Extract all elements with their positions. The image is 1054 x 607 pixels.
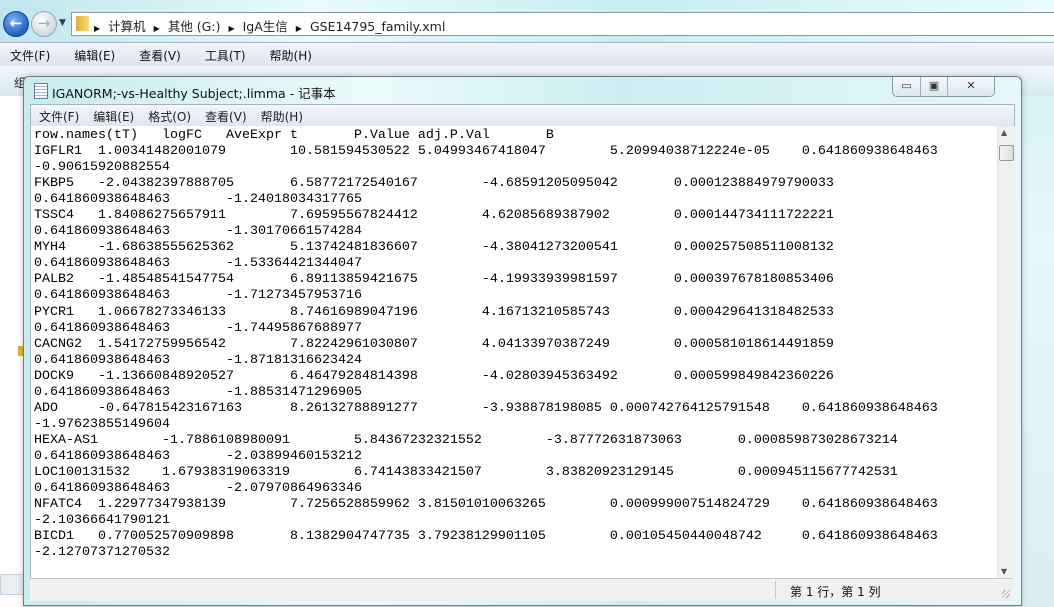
explorer-navigation-pane (0, 96, 26, 607)
menu-edit[interactable]: 编辑(E) (85, 105, 134, 125)
data-line: ADO -0.647815423167163 8.26132788891277 … (34, 400, 938, 432)
data-line: FKBP5 -2.04382397888705 6.58772172540167… (34, 176, 834, 208)
breadcrumb-arrow-icon[interactable]: ▶ (228, 24, 234, 33)
menu-view[interactable]: 查看(V) (197, 105, 247, 125)
recent-pages-dropdown-icon[interactable]: ▼ (59, 18, 66, 28)
text-editor[interactable]: row.names(tT) logFC AveExpr t P.Value ad… (30, 126, 997, 578)
cursor-position: 第 1 行，第 1 列 (790, 585, 881, 599)
caption-buttons: ▭ ▣ ✕ (892, 77, 995, 97)
menu-help[interactable]: 帮助(H) (253, 105, 303, 125)
forward-button[interactable]: → (31, 11, 57, 37)
breadcrumb-item[interactable]: 计算机 (108, 19, 146, 34)
data-line: LOC100131532 1.67938319063319 6.74143833… (34, 464, 898, 497)
menu-format[interactable]: 格式(O) (140, 105, 191, 125)
maximize-button[interactable]: ▣ (920, 77, 947, 96)
data-line: IGFLR1 1.00341482001079 10.581594530522 … (34, 144, 938, 176)
data-line: DOCK9 -1.13660848920527 6.46479284814398… (34, 368, 834, 400)
resize-grip-icon[interactable] (1002, 590, 1010, 598)
window-title: IGANORM;-vs-Healthy Subject;.limma - 记事本 (52, 86, 336, 101)
menu-file[interactable]: 文件(F) (31, 105, 79, 125)
breadcrumb-item[interactable]: 其他 (G:) (168, 19, 221, 34)
close-button[interactable]: ✕ (947, 77, 994, 96)
status-bar: 第 1 行，第 1 列 (30, 578, 1013, 601)
explorer-menu-bar: 文件(F) 编辑(E) 查看(V) 工具(T) 帮助(H) (0, 42, 1054, 67)
minimize-button[interactable]: ▭ (893, 77, 920, 96)
data-line: HEXA-AS1 -1.7886108980091 5.843672323215… (34, 432, 898, 464)
breadcrumb: ▶ 计算机 ▶ 其他 (G:) ▶ IgA生信 ▶ GSE14795_family.xml (94, 16, 453, 35)
back-button[interactable]: ← (3, 11, 29, 37)
data-line: PALB2 -1.48548541547754 6.89113859421675… (34, 272, 834, 304)
folder-icon (76, 16, 89, 31)
data-line: PYCR1 1.06678273346133 8.74616989047196 … (34, 304, 834, 336)
vertical-scrollbar[interactable]: ▲ ▼ (997, 126, 1014, 578)
data-line: NFATC4 1.22977347938139 7.7256528859962 … (34, 497, 938, 529)
notepad-menu-bar: 文件(F) 编辑(E) 格式(O) 查看(V) 帮助(H) (30, 104, 1015, 126)
breadcrumb-item[interactable]: IgA生信 (243, 19, 288, 34)
breadcrumb-arrow-icon[interactable]: ▶ (94, 24, 100, 33)
scroll-up-icon[interactable]: ▲ (1001, 128, 1007, 137)
explorer-menu-file[interactable]: 文件(F) (0, 43, 50, 64)
scrollbar-thumb[interactable] (999, 145, 1014, 161)
scroll-down-icon[interactable]: ▼ (1001, 567, 1007, 576)
explorer-menu-edit[interactable]: 编辑(E) (64, 43, 115, 64)
data-line: MYH4 -1.68638555625362 5.13742481836607 … (34, 240, 834, 272)
address-bar[interactable]: ▶ 计算机 ▶ 其他 (G:) ▶ IgA生信 ▶ GSE14795_family.xml (71, 12, 1054, 36)
explorer-nav-bar: ← → ▼ ▶ 计算机 ▶ 其他 (G:) ▶ IgA生信 ▶ GSE14795_family… (0, 0, 1054, 42)
explorer-menu-tools[interactable]: 工具(T) (195, 43, 246, 64)
breadcrumb-arrow-icon[interactable]: ▶ (154, 24, 160, 33)
explorer-menu-view[interactable]: 查看(V) (129, 43, 181, 64)
header-line: row.names(tT) logFC AveExpr t P.Value ad… (34, 128, 554, 143)
text-content[interactable]: row.names(tT) logFC AveExpr t P.Value ad… (31, 126, 996, 561)
data-line: TSSC4 1.84086275657911 7.69595567824412 … (34, 208, 834, 240)
data-line: BICD1 0.770052570909898 8.1382904747735 … (34, 529, 938, 561)
explorer-menu-help[interactable]: 帮助(H) (260, 43, 312, 64)
notepad-icon (34, 83, 48, 99)
notepad-window: IGANORM;-vs-Healthy Subject;.limma - 记事本… (23, 76, 1022, 606)
breadcrumb-arrow-icon[interactable]: ▶ (296, 24, 302, 33)
breadcrumb-item[interactable]: GSE14795_family.xml (310, 19, 445, 34)
data-line: CACNG2 1.54172759956542 7.82242961030807… (34, 336, 834, 368)
status-divider (775, 581, 776, 599)
